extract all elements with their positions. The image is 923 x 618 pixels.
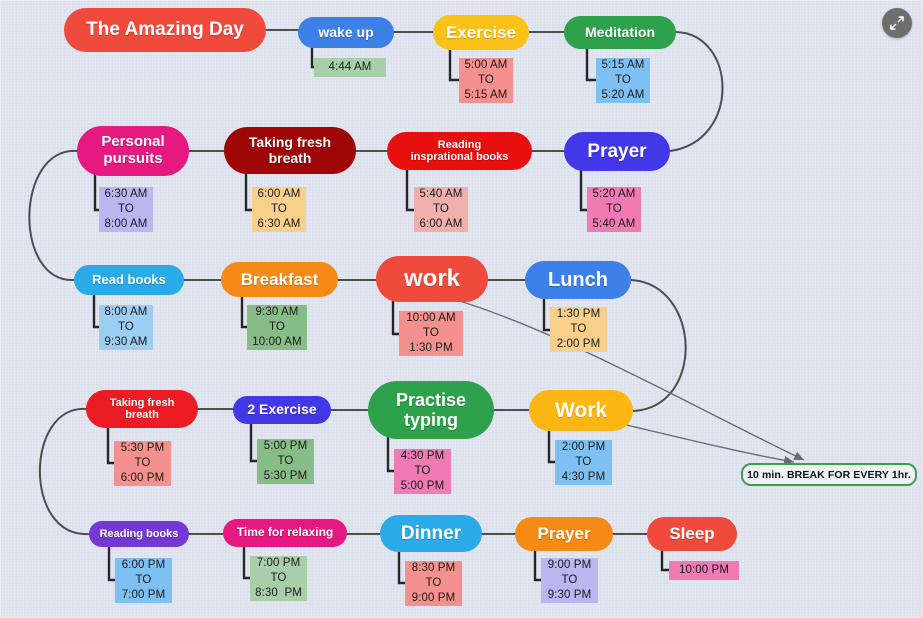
break-note[interactable]: 10 min. BREAK FOR EVERY 1hr. — [741, 463, 917, 486]
time-chip-exercise2: 5:00 PM TO 5:30 PM — [257, 439, 314, 484]
node-readinsp[interactable]: Reading insprational books — [387, 132, 532, 170]
node-practise[interactable]: Practise typing — [368, 381, 494, 439]
time-chip-sleep: 10:00 PM — [669, 561, 739, 580]
node-personal[interactable]: Personal pursuits — [77, 126, 189, 176]
time-chip-dinner: 8:30 PM TO 9:00 PM — [405, 561, 462, 606]
node-meditation[interactable]: Meditation — [564, 16, 676, 49]
time-chip-breakfast: 9:30 AM TO 10:00 AM — [247, 305, 307, 350]
node-readbooks1[interactable]: Read books — [74, 265, 184, 295]
time-chip-practise: 4:30 PM TO 5:00 PM — [394, 449, 451, 494]
node-breakfast[interactable]: Breakfast — [221, 262, 338, 297]
time-chip-work2: 2:00 PM TO 4:30 PM — [555, 440, 612, 485]
node-exercise[interactable]: Exercise — [433, 15, 529, 50]
node-work1[interactable]: work — [376, 256, 488, 302]
node-dinner[interactable]: Dinner — [380, 515, 482, 552]
node-readbooks2[interactable]: Reading books — [89, 521, 189, 547]
time-chip-freshbreath2: 5:30 PM TO 6:00 PM — [114, 441, 171, 486]
time-chip-readbooks1: 8:00 AM TO 9:30 AM — [99, 305, 153, 350]
mindmap-canvas[interactable]: The Amazing Day wake up 4:44 AM Exercise 5:0… — [0, 0, 923, 618]
time-chip-freshbreath1: 6:00 AM TO 6:30 AM — [252, 187, 306, 232]
node-exercise2[interactable]: 2 Exercise — [233, 396, 331, 424]
time-chip-exercise: 5:00 AM TO 5:15 AM — [459, 58, 513, 103]
time-chip-readbooks2: 6:00 PM TO 7:00 PM — [115, 558, 172, 603]
time-chip-prayer2: 9:00 PM TO 9:30 PM — [541, 558, 598, 603]
node-sleep[interactable]: Sleep — [647, 517, 737, 551]
time-chip-personal: 6:30 AM TO 8:00 AM — [99, 187, 153, 232]
node-prayer2[interactable]: Prayer — [515, 517, 613, 551]
time-chip-prayer1: 5:20 AM TO 5:40 AM — [587, 187, 641, 232]
node-lunch[interactable]: Lunch — [525, 261, 631, 299]
time-chip-relaxing: 7:00 PM TO 8:30 PM — [250, 556, 307, 601]
node-freshbreath1[interactable]: Taking fresh breath — [224, 127, 356, 174]
time-chip-lunch: 1:30 PM TO 2:00 PM — [550, 307, 607, 352]
node-root[interactable]: The Amazing Day — [64, 8, 266, 52]
time-chip-work1: 10:00 AM TO 1:30 PM — [399, 311, 463, 356]
break-arrow-from-work1 — [452, 298, 805, 461]
node-relaxing[interactable]: Time for relaxing — [223, 519, 347, 547]
time-chip-readinsp: 5:40 AM TO 6:00 AM — [414, 187, 468, 232]
node-prayer1[interactable]: Prayer — [564, 132, 670, 171]
node-wakeup[interactable]: wake up — [298, 17, 394, 48]
node-work2[interactable]: Work — [529, 390, 633, 431]
time-chip-wakeup: 4:44 AM — [314, 58, 386, 77]
node-freshbreath2[interactable]: Taking fresh breath — [86, 390, 198, 428]
time-chip-meditation: 5:15 AM TO 5:20 AM — [596, 58, 650, 103]
expand-icon[interactable] — [882, 8, 912, 38]
